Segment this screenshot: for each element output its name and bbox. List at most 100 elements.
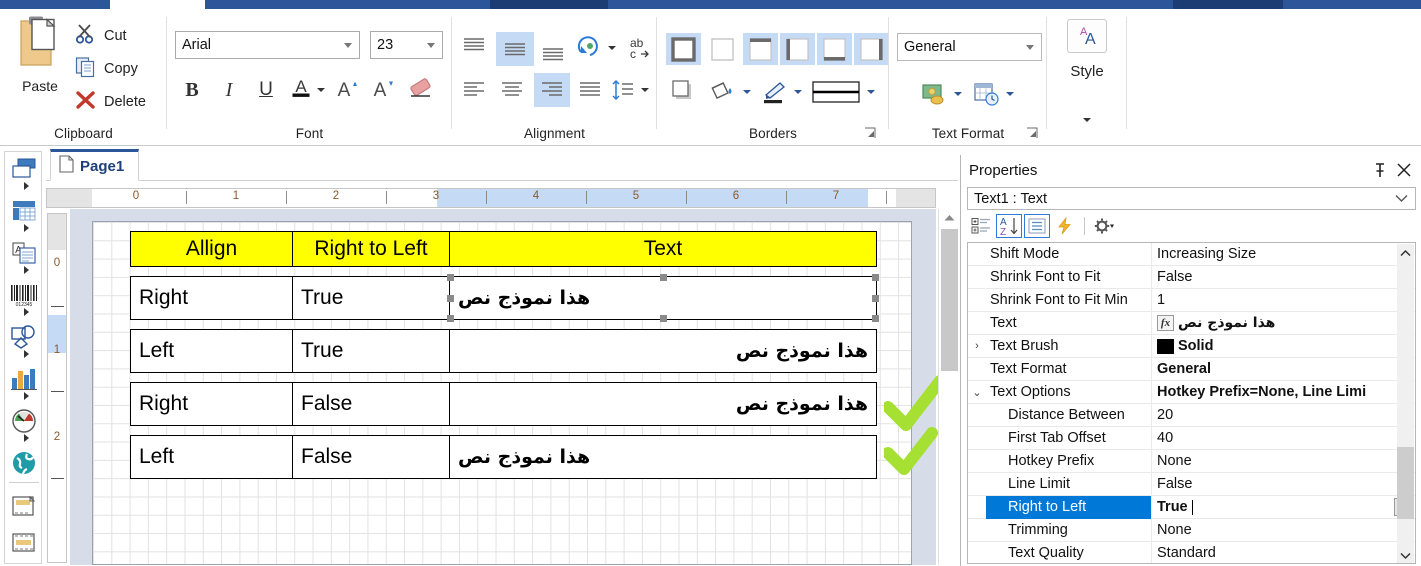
property-value[interactable]: False xyxy=(1152,266,1415,289)
toolbox-gauge-item[interactable] xyxy=(8,406,40,436)
expression-fx-icon[interactable]: fx xyxy=(1157,315,1174,331)
toolbox-text-item[interactable]: A xyxy=(8,238,40,268)
cell-text-selected[interactable]: هذا نموذج نص xyxy=(447,274,879,322)
categorized-view-button[interactable] xyxy=(968,214,994,238)
document-vertical-scrollbar[interactable] xyxy=(938,209,958,565)
property-value[interactable]: Standard xyxy=(1152,542,1415,564)
row-expander[interactable]: › xyxy=(968,335,986,358)
ribbon-tab-3[interactable] xyxy=(608,0,1173,9)
property-value[interactable]: Increasing Size xyxy=(1152,243,1415,266)
property-row[interactable]: Shrink Font to Fit Min 1 xyxy=(968,288,1415,312)
border-all-button[interactable] xyxy=(666,33,701,65)
clear-formatting-button[interactable] xyxy=(405,75,437,105)
border-left-button[interactable] xyxy=(780,33,815,65)
property-row[interactable]: Shift Mode Increasing Size xyxy=(968,243,1415,266)
date-format-dropdown[interactable] xyxy=(1003,86,1017,102)
ribbon-tab-2[interactable] xyxy=(205,0,490,9)
shadow-button[interactable] xyxy=(666,77,701,107)
property-value[interactable]: General xyxy=(1152,358,1415,381)
ribbon-tab-5[interactable] xyxy=(1283,0,1421,9)
line-spacing-button[interactable] xyxy=(609,75,637,105)
page-tab-page1[interactable]: Page1 xyxy=(50,149,140,181)
scroll-thumb[interactable] xyxy=(1397,447,1414,519)
cell-align[interactable]: Right xyxy=(130,276,293,320)
report-page[interactable]: Allign Right to Left Text Right True هذا… xyxy=(92,221,912,565)
ribbon-tab-4[interactable] xyxy=(1173,0,1283,9)
property-row-text-brush[interactable]: › Text Brush Solid xyxy=(968,334,1415,358)
properties-grid[interactable]: Shift Mode Increasing Size Shrink Font t… xyxy=(967,242,1416,564)
object-selector-combo[interactable]: Text1 : Text xyxy=(967,187,1416,210)
property-value[interactable]: False xyxy=(1152,473,1415,496)
property-value[interactable]: Hotkey Prefix=None, Line Limi xyxy=(1152,381,1415,404)
cell-align[interactable]: Left xyxy=(130,435,293,479)
toolbox-barcode-expander[interactable] xyxy=(24,308,34,318)
cut-button[interactable]: Cut xyxy=(75,23,127,49)
cell-rtl[interactable]: True xyxy=(292,329,450,373)
horizontal-ruler[interactable]: 0 1 2 3 4 5 6 7 xyxy=(46,188,936,208)
design-canvas[interactable]: Allign Right to Left Text Right True هذا… xyxy=(70,209,936,565)
align-top-button[interactable] xyxy=(458,32,490,60)
date-format-button[interactable] xyxy=(971,79,1003,109)
font-size-combo[interactable]: 23 xyxy=(370,31,443,59)
toolbox-crossbands-item[interactable] xyxy=(8,196,40,226)
property-row[interactable]: Text Format General xyxy=(968,357,1415,381)
ribbon-tab-active[interactable] xyxy=(490,0,608,9)
italic-button[interactable]: I xyxy=(214,75,244,105)
property-value[interactable]: 40 xyxy=(1152,427,1415,450)
text-rotation-dropdown[interactable] xyxy=(605,40,619,56)
shrink-font-button[interactable]: A xyxy=(368,75,398,105)
fill-color-dropdown[interactable] xyxy=(740,84,754,100)
alphabetical-sort-button[interactable]: A Z xyxy=(996,214,1022,238)
cell-text[interactable]: هذا نموذج نص xyxy=(449,435,877,479)
scroll-thumb[interactable] xyxy=(941,229,958,371)
settings-button[interactable] xyxy=(1091,214,1117,238)
property-value[interactable]: None xyxy=(1152,450,1415,473)
property-row[interactable]: Line Limit False xyxy=(968,472,1415,496)
property-value[interactable]: None xyxy=(1152,519,1415,542)
cell-text[interactable]: هذا نموذج نص xyxy=(449,329,877,373)
align-center-button[interactable] xyxy=(496,75,528,105)
property-row[interactable]: Hotkey Prefix None xyxy=(968,449,1415,473)
property-row-text[interactable]: Text fx هذا نموذج نص xyxy=(968,311,1415,335)
toolbox-bands-item[interactable] xyxy=(8,154,40,184)
properties-scrollbar[interactable] xyxy=(1397,244,1414,563)
underline-button[interactable]: U xyxy=(251,75,281,105)
border-top-button[interactable] xyxy=(743,33,778,65)
cell-rtl[interactable]: True xyxy=(292,276,450,320)
ribbon-tab-1[interactable] xyxy=(0,0,110,9)
events-button[interactable] xyxy=(1052,214,1078,238)
property-row[interactable]: Text Quality Standard xyxy=(968,541,1415,564)
header-cell-align[interactable]: Allign xyxy=(130,231,293,267)
scroll-up-button[interactable] xyxy=(939,209,959,227)
toolbox-chart-expander[interactable] xyxy=(24,392,34,402)
toolbox-bands-expander[interactable] xyxy=(24,182,34,192)
cell-text[interactable]: هذا نموذج نص xyxy=(449,382,877,426)
property-row[interactable]: Distance Between 20 xyxy=(968,403,1415,427)
copy-button[interactable]: Copy xyxy=(75,56,138,82)
style-gallery-dropdown[interactable] xyxy=(1080,113,1094,127)
property-row[interactable]: Trimming None xyxy=(968,518,1415,542)
scroll-up-button[interactable] xyxy=(1397,244,1414,261)
style-button[interactable]: A A Style xyxy=(1061,19,1113,80)
property-row-text-options[interactable]: ⌄ Text Options Hotkey Prefix=None, Line … xyxy=(968,380,1415,404)
toolbox-subreport-item[interactable] xyxy=(8,492,40,522)
delete-button[interactable]: Delete xyxy=(75,89,146,115)
border-color-button[interactable] xyxy=(759,77,791,107)
cell-rtl[interactable]: False xyxy=(292,435,450,479)
properties-list-button[interactable] xyxy=(1024,214,1050,238)
property-row[interactable]: Shrink Font to Fit False xyxy=(968,265,1415,289)
cell-align[interactable]: Left xyxy=(130,329,293,373)
bold-button[interactable]: B xyxy=(177,75,207,105)
borders-dialog-launcher[interactable] xyxy=(864,127,877,140)
currency-format-dropdown[interactable] xyxy=(951,86,965,102)
border-right-button[interactable] xyxy=(854,33,889,65)
cell-rtl[interactable]: False xyxy=(292,382,450,426)
wrap-text-button[interactable]: ab c xyxy=(626,33,656,63)
number-format-combo[interactable]: General xyxy=(897,33,1042,61)
scroll-down-button[interactable] xyxy=(1397,547,1414,563)
toolbox-map-item[interactable] xyxy=(8,448,40,478)
line-spacing-dropdown[interactable] xyxy=(638,82,652,98)
text-rotation-button[interactable] xyxy=(574,33,604,63)
align-left-button[interactable] xyxy=(458,75,490,105)
row-collapse-expander[interactable]: ⌄ xyxy=(968,381,986,404)
